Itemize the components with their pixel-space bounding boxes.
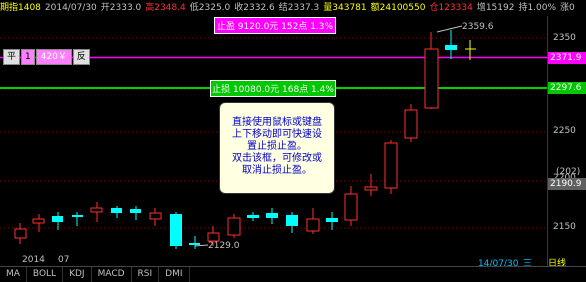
y-tick-label: 2350 <box>553 33 576 43</box>
candle <box>72 215 83 217</box>
high-marker-line <box>436 25 463 33</box>
y-tick-label: 2250 <box>553 126 576 136</box>
open-price: 开2333.0 <box>100 3 142 13</box>
quantity-field[interactable]: 1 <box>21 49 35 65</box>
loss-price-tag: 2297.6 <box>548 82 586 94</box>
amount: 额24100550 <box>370 3 426 13</box>
candle <box>306 218 320 232</box>
candle <box>424 48 439 109</box>
axis-paren-label: (202) <box>556 167 581 177</box>
candle <box>384 142 398 189</box>
quote-info-bar: 期指1408 2014/07/30 开2333.0 高2348.4 低2325.0 收23… <box>0 0 586 16</box>
low-annotation: 2129.0 <box>208 241 240 251</box>
month-label: 07 <box>58 255 70 265</box>
tooltip-line: 取消止损止盈。 <box>242 165 312 176</box>
candle <box>32 218 45 224</box>
tooltip-line: 上下移动即可快速设 <box>232 129 322 140</box>
stop-profit-box[interactable]: 止盈 9120.0元 152点 1.3% <box>214 17 336 34</box>
reverse-button[interactable]: 反 <box>72 49 90 65</box>
candle <box>207 232 220 242</box>
help-tooltip: 直接使用鼠标或键盘 上下移动即可快速设 置止损止盈。 双击该框，可修改或 取消止… <box>219 102 335 194</box>
tab-dmi[interactable]: DMI <box>159 267 190 282</box>
volume: 量343781 <box>323 3 367 13</box>
quote-date: 2014/07/30 <box>44 3 97 13</box>
candle <box>52 216 63 222</box>
candle <box>445 45 457 50</box>
high-annotation: 2359.6 <box>462 22 494 32</box>
candle <box>90 207 103 213</box>
candle <box>404 109 418 139</box>
change: 涨0 <box>560 3 575 13</box>
tab-ma[interactable]: MA <box>0 267 27 282</box>
candle <box>227 217 241 236</box>
candle <box>266 213 278 218</box>
tab-macd[interactable]: MACD <box>92 267 132 282</box>
close-position-button[interactable]: 平 <box>3 49 21 65</box>
low-price: 低2325.0 <box>189 3 231 13</box>
indicator-tabs: MA BOLL KDJ MACD RSI DMI <box>0 266 586 282</box>
candle <box>14 228 27 239</box>
settle-price: 结2337.3 <box>278 3 320 13</box>
last-price-tag: 2190.9 <box>548 178 586 190</box>
tooltip-line: 双击该框，可修改或 <box>232 153 322 164</box>
year-label: 2014 <box>22 255 45 265</box>
tab-rsi[interactable]: RSI <box>132 267 160 282</box>
high-price: 高2348.4 <box>145 3 186 13</box>
contract-name: 期指1408 <box>0 3 41 13</box>
y-tick-label: 2150 <box>553 222 576 232</box>
tab-boll[interactable]: BOLL <box>27 267 64 282</box>
order-controls: 平 1 420￥ 反 <box>3 49 90 65</box>
candle <box>130 209 141 213</box>
oi-increase: 增15192 <box>476 3 515 13</box>
candle <box>344 193 358 221</box>
candle <box>189 243 200 245</box>
candle <box>170 214 182 246</box>
price-field[interactable]: 420￥ <box>35 49 72 65</box>
candle <box>247 215 259 218</box>
candle <box>149 212 162 220</box>
tooltip-line: 直接使用鼠标或键盘 <box>232 117 322 128</box>
candle <box>286 215 298 226</box>
low-marker-line <box>194 244 209 247</box>
stop-price-tag: 2371.9 <box>548 52 586 64</box>
candle <box>326 218 338 222</box>
tooltip-line: 置止损止盈。 <box>247 141 307 152</box>
open-interest: 仓123334 <box>429 3 473 13</box>
tab-kdj[interactable]: KDJ <box>63 267 92 282</box>
stop-loss-box[interactable]: 止损 10080.0元 168点 1.4% <box>210 80 336 97</box>
close-price: 收2332.6 <box>234 3 275 13</box>
candle <box>364 186 378 191</box>
hold-rate: 持1.00% <box>518 3 557 13</box>
candle <box>111 208 122 213</box>
